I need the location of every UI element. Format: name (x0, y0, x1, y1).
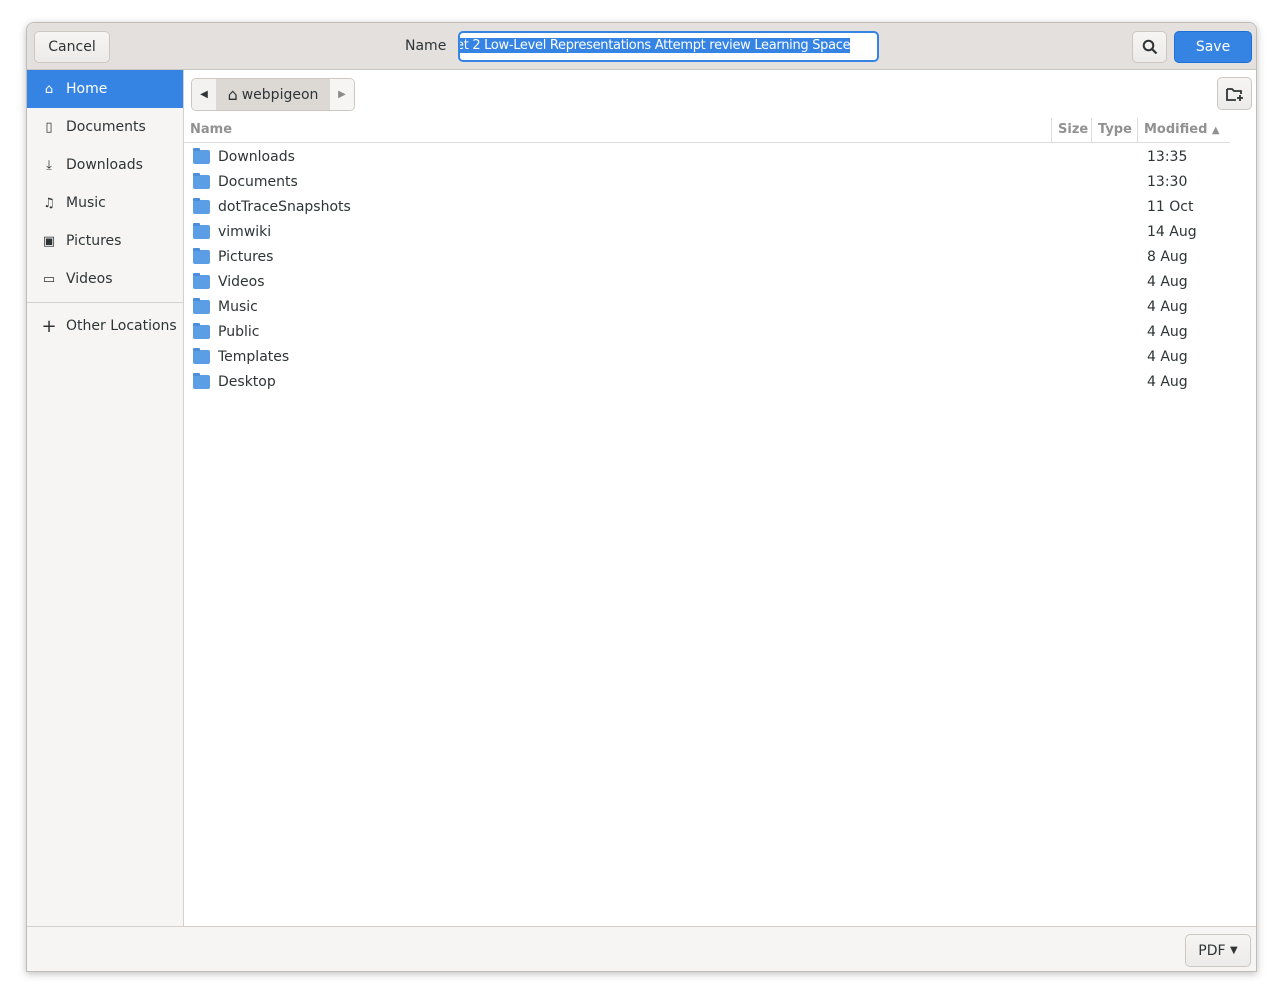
sidebar-item-label: Music (66, 195, 106, 211)
plus-icon: + (41, 315, 57, 337)
path-bar: ◀ ⌂ webpigeon ▶ (191, 78, 355, 111)
sidebar-item-downloads[interactable]: ⤓ Downloads (27, 146, 183, 184)
sidebar-item-label: Downloads (66, 157, 143, 173)
sort-ascending-icon: ▲ (1211, 125, 1220, 136)
file-modified: 8 Aug (1147, 248, 1188, 265)
file-row[interactable]: dotTraceSnapshots 11 Oct (184, 194, 1230, 219)
search-icon (1142, 39, 1157, 55)
sidebar-item-label: Videos (66, 271, 113, 287)
sidebar-item-music[interactable]: ♫ Music (27, 184, 183, 222)
path-segment-home[interactable]: ⌂ webpigeon (216, 79, 330, 110)
file-modified: 11 Oct (1147, 198, 1194, 215)
file-modified: 14 Aug (1147, 223, 1197, 240)
file-type-label: PDF (1198, 942, 1226, 959)
folder-icon (193, 172, 210, 189)
file-modified: 4 Aug (1147, 373, 1188, 390)
file-modified: 13:35 (1147, 148, 1188, 165)
file-row[interactable]: vimwiki 14 Aug (184, 219, 1230, 244)
home-icon: ⌂ (227, 85, 238, 104)
chevron-down-icon: ▼ (1230, 945, 1238, 956)
column-size[interactable]: Size (1051, 118, 1088, 142)
search-button[interactable] (1132, 31, 1167, 63)
sidebar-item-label: Home (66, 81, 108, 97)
file-name: Videos (218, 273, 265, 290)
path-forward-button[interactable]: ▶ (330, 79, 354, 110)
file-type-dropdown[interactable]: PDF ▼ (1185, 934, 1251, 967)
folder-icon (193, 272, 210, 289)
cancel-button[interactable]: Cancel (34, 31, 110, 63)
file-name: Documents (218, 173, 298, 190)
column-modified-label: Modified (1144, 122, 1208, 137)
file-row[interactable]: Public 4 Aug (184, 319, 1230, 344)
name-label: Name (405, 38, 447, 54)
file-row[interactable]: Pictures 8 Aug (184, 244, 1230, 269)
file-list-header: Name Size Type Modified ▲ (184, 118, 1230, 143)
file-row[interactable]: Downloads 13:35 (184, 144, 1230, 169)
path-back-button[interactable]: ◀ (192, 79, 216, 110)
file-name: Templates (218, 348, 290, 365)
folder-icon (193, 197, 210, 214)
file-name: vimwiki (218, 223, 272, 240)
folder-icon (193, 147, 210, 164)
sidebar-item-pictures[interactable]: ▣ Pictures (27, 222, 183, 260)
file-row[interactable]: Desktop 4 Aug (184, 369, 1230, 394)
sidebar-item-home[interactable]: ⌂ Home (27, 70, 183, 108)
folder-icon (193, 322, 210, 339)
header-bar: Cancel Name et 2 Low-Level Representatio… (27, 23, 1256, 70)
file-row[interactable]: Templates 4 Aug (184, 344, 1230, 369)
download-icon: ⤓ (46, 157, 52, 173)
folder-icon (193, 297, 210, 314)
file-list: Downloads 13:35 Documents 13:30 dotTraceSnap… (184, 144, 1230, 394)
file-row[interactable]: Music 4 Aug (184, 294, 1230, 319)
bottom-bar: PDF ▼ (27, 926, 1256, 971)
home-icon: ⌂ (44, 81, 54, 97)
folder-icon (193, 347, 210, 364)
sidebar: ⌂ Home ▯ Documents ⤓ Downloads ♫ Music ▣ Pict… (27, 70, 184, 926)
file-modified: 4 Aug (1147, 273, 1188, 290)
filename-text: et 2 Low-Level Representations Attempt r… (458, 38, 851, 53)
folder-icon (193, 222, 210, 239)
sidebar-item-label: Documents (66, 119, 146, 135)
sidebar-item-label: Pictures (66, 233, 122, 249)
picture-icon: ▣ (42, 233, 56, 249)
sidebar-item-videos[interactable]: ▭ Videos (27, 260, 183, 298)
scrollbar-area (1230, 118, 1256, 926)
left-arrow-icon: ◀ (200, 89, 208, 100)
file-row[interactable]: Videos 4 Aug (184, 269, 1230, 294)
new-folder-icon (1225, 87, 1243, 101)
file-modified: 13:30 (1147, 173, 1188, 190)
folder-icon (193, 247, 210, 264)
sidebar-item-label: Other Locations (66, 318, 177, 334)
sidebar-divider (27, 302, 183, 303)
save-dialog: Cancel Name et 2 Low-Level Representatio… (26, 22, 1257, 972)
save-button[interactable]: Save (1174, 31, 1252, 63)
file-name: Pictures (218, 248, 274, 265)
file-name: Downloads (218, 148, 295, 165)
new-folder-button[interactable] (1217, 77, 1252, 110)
filename-input[interactable]: et 2 Low-Level Representations Attempt r… (458, 31, 879, 62)
sidebar-item-other-locations[interactable]: + Other Locations (27, 307, 183, 345)
video-icon: ▭ (42, 271, 56, 287)
sidebar-item-documents[interactable]: ▯ Documents (27, 108, 183, 146)
file-modified: 4 Aug (1147, 298, 1188, 315)
file-name: dotTraceSnapshots (218, 198, 351, 215)
file-name: Public (218, 323, 260, 340)
file-name: Desktop (218, 373, 276, 390)
file-modified: 4 Aug (1147, 348, 1188, 365)
right-arrow-icon: ▶ (338, 89, 346, 100)
file-modified: 4 Aug (1147, 323, 1188, 340)
path-segment-label: webpigeon (241, 86, 319, 103)
file-row[interactable]: Documents 13:30 (184, 169, 1230, 194)
file-name: Music (218, 298, 258, 315)
column-modified[interactable]: Modified ▲ (1137, 118, 1230, 142)
folder-icon (193, 372, 210, 389)
column-name[interactable]: Name (184, 118, 232, 142)
music-icon: ♫ (43, 195, 55, 211)
document-icon: ▯ (45, 119, 53, 135)
column-type[interactable]: Type (1091, 118, 1132, 142)
